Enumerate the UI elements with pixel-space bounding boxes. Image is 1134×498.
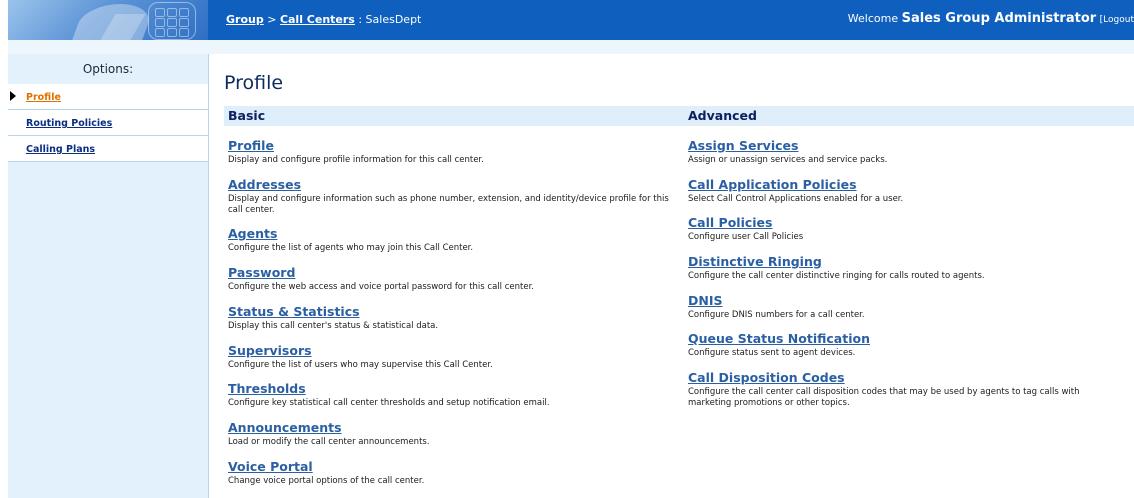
advanced-item-call-application-policies: Call Application Policies Select Call Co… — [688, 177, 903, 205]
item-description: Display and configure profile informatio… — [228, 155, 484, 165]
advanced-item-distinctive-ringing: Distinctive Ringing Configure the call c… — [688, 254, 985, 282]
profile-link[interactable]: Profile — [228, 138, 484, 153]
welcome-message: Welcome Sales Group Administrator [Logou… — [848, 11, 1134, 26]
distinctive-ringing-link[interactable]: Distinctive Ringing — [688, 254, 985, 269]
status-statistics-link[interactable]: Status & Statistics — [228, 304, 438, 319]
logo-banner-icon — [8, 0, 208, 40]
password-link[interactable]: Password — [228, 265, 534, 280]
welcome-prefix: Welcome — [847, 12, 899, 25]
basic-column: Basic Profile Display and configure prof… — [224, 106, 684, 486]
header-strip — [8, 40, 1134, 54]
sidebar-item-calling-plans[interactable]: Calling Plans — [8, 136, 208, 162]
breadcrumb-group-link[interactable]: Group — [226, 13, 264, 26]
item-description: Configure DNIS numbers for a call center… — [688, 310, 865, 320]
breadcrumb-separator: > — [267, 13, 277, 26]
announcements-link[interactable]: Announcements — [228, 420, 430, 435]
agents-link[interactable]: Agents — [228, 226, 473, 241]
page-title: Profile — [224, 72, 284, 94]
basic-item-password: Password Configure the web access and vo… — [228, 265, 534, 293]
sidebar-item-profile[interactable]: Profile — [8, 84, 208, 110]
sidebar-menu: Profile Routing Policies Calling Plans — [8, 84, 208, 162]
basic-item-addresses: Addresses Display and configure informat… — [228, 177, 684, 216]
item-description: Load or modify the call center announcem… — [228, 437, 430, 447]
basic-item-agents: Agents Configure the list of agents who … — [228, 226, 473, 254]
item-description: Configure status sent to agent devices. — [688, 348, 856, 358]
item-description: Change voice portal options of the call … — [228, 476, 425, 486]
app-frame: Group > Call Centers : SalesDept Welcome… — [8, 0, 1134, 498]
logout-link[interactable]: [Logout — [1100, 15, 1134, 25]
advanced-item-queue-status-notification: Queue Status Notification Configure stat… — [688, 331, 870, 359]
basic-item-thresholds: Thresholds Configure key statistical cal… — [228, 381, 550, 409]
advanced-item-call-policies: Call Policies Configure user Call Polici… — [688, 215, 803, 243]
item-description: Configure user Call Policies — [688, 232, 804, 242]
sidebar-item-label[interactable]: Profile — [26, 92, 61, 103]
breadcrumb-current: : SalesDept — [358, 13, 422, 26]
basic-item-voice-portal: Voice Portal Change voice portal options… — [228, 459, 424, 487]
call-policies-link[interactable]: Call Policies — [688, 215, 803, 230]
queue-status-notification-link[interactable]: Queue Status Notification — [688, 331, 870, 346]
sidebar-item-label[interactable]: Routing Policies — [26, 118, 112, 129]
item-description: Display this call center's status & stat… — [228, 321, 439, 331]
item-description: Configure the web access and voice porta… — [228, 282, 534, 292]
thresholds-link[interactable]: Thresholds — [228, 381, 550, 396]
item-description: Select Call Control Applications enabled… — [688, 194, 904, 204]
welcome-user-name: Sales Group Administrator — [901, 11, 1097, 26]
advanced-item-assign-services: Assign Services Assign or unassign servi… — [688, 138, 887, 166]
basic-item-announcements: Announcements Load or modify the call ce… — [228, 420, 430, 448]
assign-services-link[interactable]: Assign Services — [688, 138, 887, 153]
sidebar-title: Options: — [82, 62, 134, 76]
basic-item-status-statistics: Status & Statistics Display this call ce… — [228, 304, 438, 332]
breadcrumb: Group > Call Centers : SalesDept — [226, 13, 421, 26]
basic-item-profile: Profile Display and configure profile in… — [228, 138, 484, 166]
item-description: Assign or unassign services and service … — [688, 155, 888, 165]
item-description: Configure the call center call dispositi… — [688, 387, 1080, 408]
supervisors-link[interactable]: Supervisors — [228, 343, 493, 358]
advanced-item-dnis: DNIS Configure DNIS numbers for a call c… — [688, 293, 865, 321]
call-application-policies-link[interactable]: Call Application Policies — [688, 177, 903, 192]
sidebar-item-label[interactable]: Calling Plans — [26, 144, 95, 155]
basic-heading: Basic — [224, 106, 684, 126]
current-arrow-icon — [10, 91, 16, 101]
advanced-column: Advanced Assign Services Assign or unass… — [684, 106, 1134, 408]
advanced-heading: Advanced — [684, 106, 1134, 126]
item-description: Display and configure information such a… — [228, 194, 669, 215]
sidebar: Options: Profile Routing Policies Callin… — [8, 54, 209, 498]
voice-portal-link[interactable]: Voice Portal — [228, 459, 424, 474]
keypad-icon — [148, 2, 196, 40]
top-bar: Group > Call Centers : SalesDept Welcome… — [8, 0, 1134, 40]
dnis-link[interactable]: DNIS — [688, 293, 865, 308]
addresses-link[interactable]: Addresses — [228, 177, 684, 192]
call-disposition-codes-link[interactable]: Call Disposition Codes — [688, 370, 1118, 385]
sidebar-item-routing-policies[interactable]: Routing Policies — [8, 110, 208, 136]
basic-item-supervisors: Supervisors Configure the list of users … — [228, 343, 493, 371]
item-description: Configure the list of agents who may joi… — [228, 243, 474, 253]
item-description: Configure the call center distinctive ri… — [688, 271, 985, 281]
advanced-item-call-disposition-codes: Call Disposition Codes Configure the cal… — [688, 370, 1118, 409]
item-description: Configure key statistical call center th… — [228, 398, 550, 408]
item-description: Configure the list of users who may supe… — [228, 360, 493, 370]
breadcrumb-call-centers-link[interactable]: Call Centers — [280, 13, 355, 26]
